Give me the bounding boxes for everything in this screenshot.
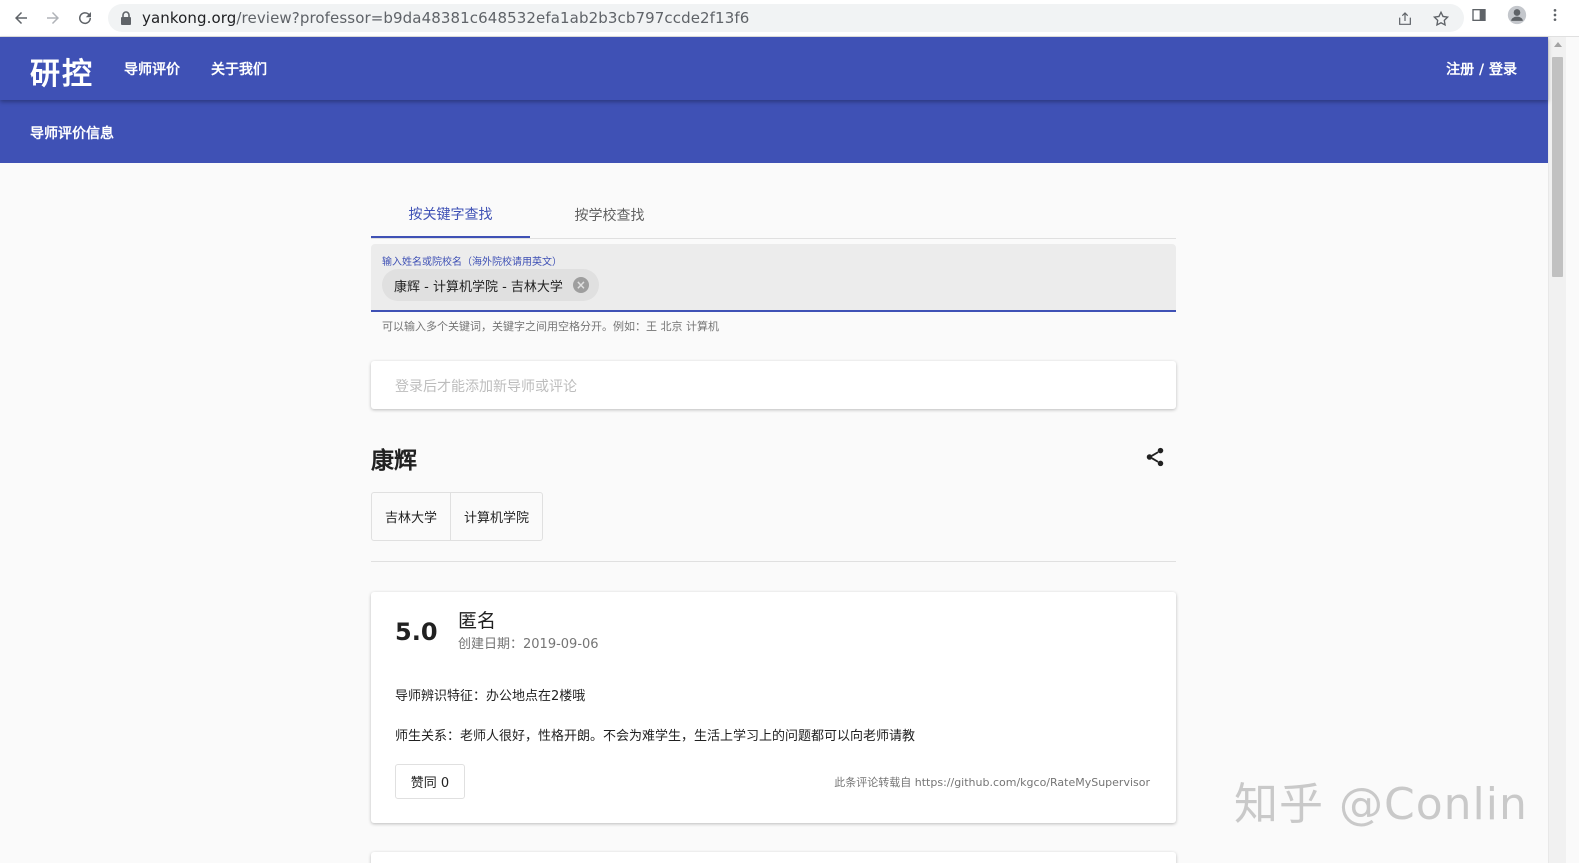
site-logo[interactable]: 研控: [30, 49, 94, 93]
browser-toolbar: yankong.org/review?professor=b9da48381c6…: [0, 0, 1579, 37]
add-review-box[interactable]: 登录后才能添加新导师或评论: [371, 361, 1176, 409]
search-helper-text: 可以输入多个关键词，关键字之间用空格分开。例如：王 北京 计算机: [382, 320, 719, 333]
forward-arrow-icon[interactable]: [38, 3, 68, 33]
nav-about-us[interactable]: 关于我们: [211, 59, 267, 79]
scroll-thumb[interactable]: [1552, 57, 1563, 277]
agree-button[interactable]: 赞同 0: [395, 764, 465, 799]
add-review-placeholder: 登录后才能添加新导师或评论: [395, 379, 577, 395]
tab-keyword-search[interactable]: 按关键字查找: [371, 192, 530, 238]
search-tabs: 按关键字查找 按学校查找: [371, 192, 1176, 239]
chip-label: 康辉 - 计算机学院 - 吉林大学: [394, 279, 563, 295]
tab-school-search[interactable]: 按学校查找: [530, 192, 689, 238]
professor-name: 康辉: [371, 448, 417, 474]
tag-department[interactable]: 计算机学院: [450, 493, 542, 540]
tag-university[interactable]: 吉林大学: [372, 493, 450, 540]
url-host: yankong.org: [142, 9, 237, 27]
app-header: 研控 导师评价 关于我们 注册 / 登录: [0, 37, 1548, 100]
url-text: yankong.org/review?professor=b9da48381c6…: [142, 9, 749, 27]
more-menu-icon[interactable]: [1544, 4, 1566, 26]
chip-close-icon[interactable]: ×: [572, 277, 589, 293]
review-card: 5.0 匿名 创建日期：2019-09-06 导师辨识特征：办公地点在2楼哦 师…: [371, 592, 1176, 823]
professor-tags: 吉林大学 计算机学院: [371, 492, 544, 541]
login-register-link[interactable]: 注册 / 登录: [1446, 59, 1517, 79]
url-path: /review?professor=b9da48381c648532efa1ab…: [236, 9, 750, 27]
back-arrow-icon[interactable]: [6, 3, 36, 33]
sub-header: 导师评价信息: [0, 100, 1548, 163]
reload-icon[interactable]: [70, 3, 100, 33]
zhihu-watermark: 知乎 @Conlin: [1234, 779, 1528, 830]
section-divider: [371, 561, 1176, 562]
search-field-label: 输入姓名或院校名（海外院校请用英文）: [382, 257, 562, 268]
nav-professor-reviews[interactable]: 导师评价: [124, 59, 180, 79]
share-icon[interactable]: [1144, 446, 1166, 468]
search-input[interactable]: 输入姓名或院校名（海外院校请用英文） 康辉 - 计算机学院 - 吉林大学 ×: [371, 244, 1176, 312]
bookmark-star-icon[interactable]: [1430, 8, 1452, 30]
next-review-card: [371, 852, 1176, 863]
search-chip[interactable]: 康辉 - 计算机学院 - 吉林大学 ×: [382, 269, 599, 301]
share-page-icon[interactable]: [1394, 8, 1416, 30]
review-score: 5.0: [395, 618, 438, 646]
scroll-up-arrow-icon[interactable]: [1554, 42, 1562, 47]
review-relationship: 师生关系：老师人很好，性格开朗。不会为难学生，生活上学习上的问题都可以向老师请教: [395, 729, 916, 744]
reviewer-name: 匿名: [458, 610, 497, 632]
address-bar[interactable]: yankong.org/review?professor=b9da48381c6…: [108, 4, 1464, 32]
page-title: 导师评价信息: [30, 126, 114, 142]
page-scrollbar[interactable]: [1548, 37, 1566, 863]
review-created-date: 创建日期：2019-09-06: [458, 637, 599, 652]
lock-icon: [121, 11, 131, 25]
review-identification: 导师辨识特征：办公地点在2楼哦: [395, 689, 586, 704]
profile-avatar-icon[interactable]: [1506, 4, 1528, 26]
review-source-note: 此条评论转载自 https://github.com/kgco/RateMySu…: [834, 776, 1150, 789]
side-panel-icon[interactable]: [1468, 4, 1490, 26]
